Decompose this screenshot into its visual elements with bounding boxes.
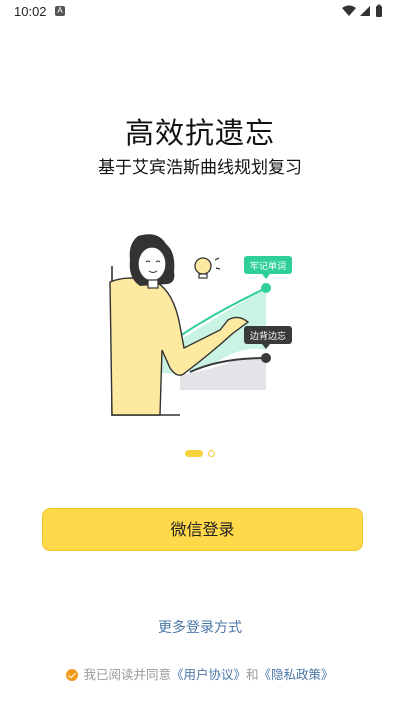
user-agreement-link[interactable]: 《用户协议》 xyxy=(171,667,246,682)
more-login-options-link[interactable]: 更多登录方式 xyxy=(0,617,400,637)
tag-forget: 边背边忘 xyxy=(250,330,286,342)
agreement-and: 和 xyxy=(246,667,259,682)
privacy-policy-link[interactable]: 《隐私政策》 xyxy=(259,667,334,682)
page-subtitle: 基于艾宾浩斯曲线规划复习 xyxy=(98,158,302,178)
notification-app-icon: A xyxy=(55,6,65,16)
carousel-dot-active[interactable] xyxy=(185,450,203,457)
status-bar: 10:02 A xyxy=(0,0,400,24)
wechat-login-button[interactable]: 微信登录 xyxy=(42,508,363,551)
hero-illustration: 牢记单词 边背边忘 xyxy=(109,234,292,416)
page-title: 高效抗遗忘 xyxy=(124,116,275,150)
carousel-indicator xyxy=(185,450,225,458)
lightbulb-icon xyxy=(194,257,221,279)
tag-remember: 牢记单词 xyxy=(250,260,286,272)
checkbox-checked-icon[interactable] xyxy=(66,669,79,681)
forget-dot xyxy=(261,353,271,363)
agreement-row: 我已阅读并同意《用户协议》和《隐私政策》 xyxy=(0,664,400,683)
remember-dot xyxy=(261,283,271,293)
signal-icon xyxy=(360,6,370,16)
status-time: 10:02 xyxy=(14,4,47,19)
agreement-prefix: 我已阅读并同意 xyxy=(83,667,171,682)
wifi-icon xyxy=(342,5,356,16)
status-icons xyxy=(342,4,382,17)
carousel-dot-inactive[interactable] xyxy=(208,450,215,457)
battery-icon xyxy=(376,4,382,17)
